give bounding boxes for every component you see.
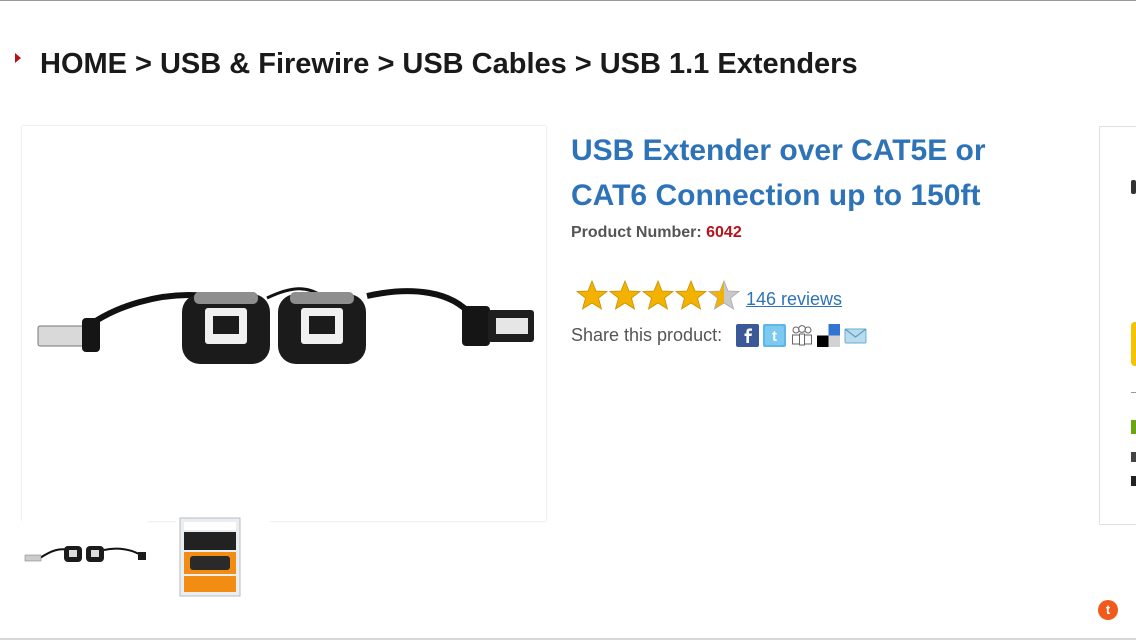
share-label: Share this product: <box>571 325 723 345</box>
floating-badge-icon[interactable]: t <box>1098 600 1118 620</box>
breadcrumb-home[interactable]: HOME <box>40 48 127 80</box>
email-icon[interactable] <box>844 324 867 347</box>
svg-text:t: t <box>772 328 777 345</box>
star-icon <box>641 279 675 310</box>
star-icon <box>608 279 642 310</box>
star-icon <box>674 279 708 310</box>
product-thumbnail-1[interactable] <box>22 518 148 592</box>
delicious-icon[interactable] <box>817 324 840 347</box>
product-thumbnail-2[interactable] <box>176 516 270 598</box>
reviews-link[interactable]: 146 reviews <box>746 289 842 310</box>
breadcrumb-separator: > <box>377 48 395 80</box>
product-title: USB Extender over CAT5E or CAT6 Connecti… <box>571 134 986 212</box>
myspace-icon[interactable] <box>790 324 813 347</box>
product-main-image[interactable] <box>22 126 546 521</box>
top-border <box>0 0 1136 1</box>
breadcrumb-arrow-icon <box>15 53 21 63</box>
breadcrumb-usb-extenders[interactable]: USB 1.1 Extenders <box>600 48 858 80</box>
half-star-icon <box>707 279 741 310</box>
panel-text-fragment <box>1131 452 1136 462</box>
star-icon <box>575 279 609 310</box>
panel-divider <box>1131 392 1136 393</box>
product-number-value: 6042 <box>706 224 742 241</box>
product-number: Product Number: 6042 <box>571 224 742 242</box>
breadcrumb: HOME > USB & Firewire > USB Cables > USB 1.1 E… <box>40 48 858 84</box>
add-to-cart-button[interactable] <box>1131 322 1136 366</box>
breadcrumb-separator: > <box>574 48 592 80</box>
panel-text-fragment <box>1131 180 1136 194</box>
breadcrumb-usb-firewire[interactable]: USB & Firewire <box>160 48 370 80</box>
breadcrumb-usb-cables[interactable]: USB Cables <box>402 48 566 80</box>
panel-text-fragment <box>1131 476 1136 486</box>
stock-indicator <box>1131 420 1136 434</box>
facebook-icon[interactable] <box>736 324 759 347</box>
share-icons: t <box>736 324 867 347</box>
twitter-icon[interactable]: t <box>763 324 786 347</box>
product-number-label: Product Number: <box>571 224 702 241</box>
star-rating <box>575 279 741 313</box>
breadcrumb-separator: > <box>135 48 152 80</box>
